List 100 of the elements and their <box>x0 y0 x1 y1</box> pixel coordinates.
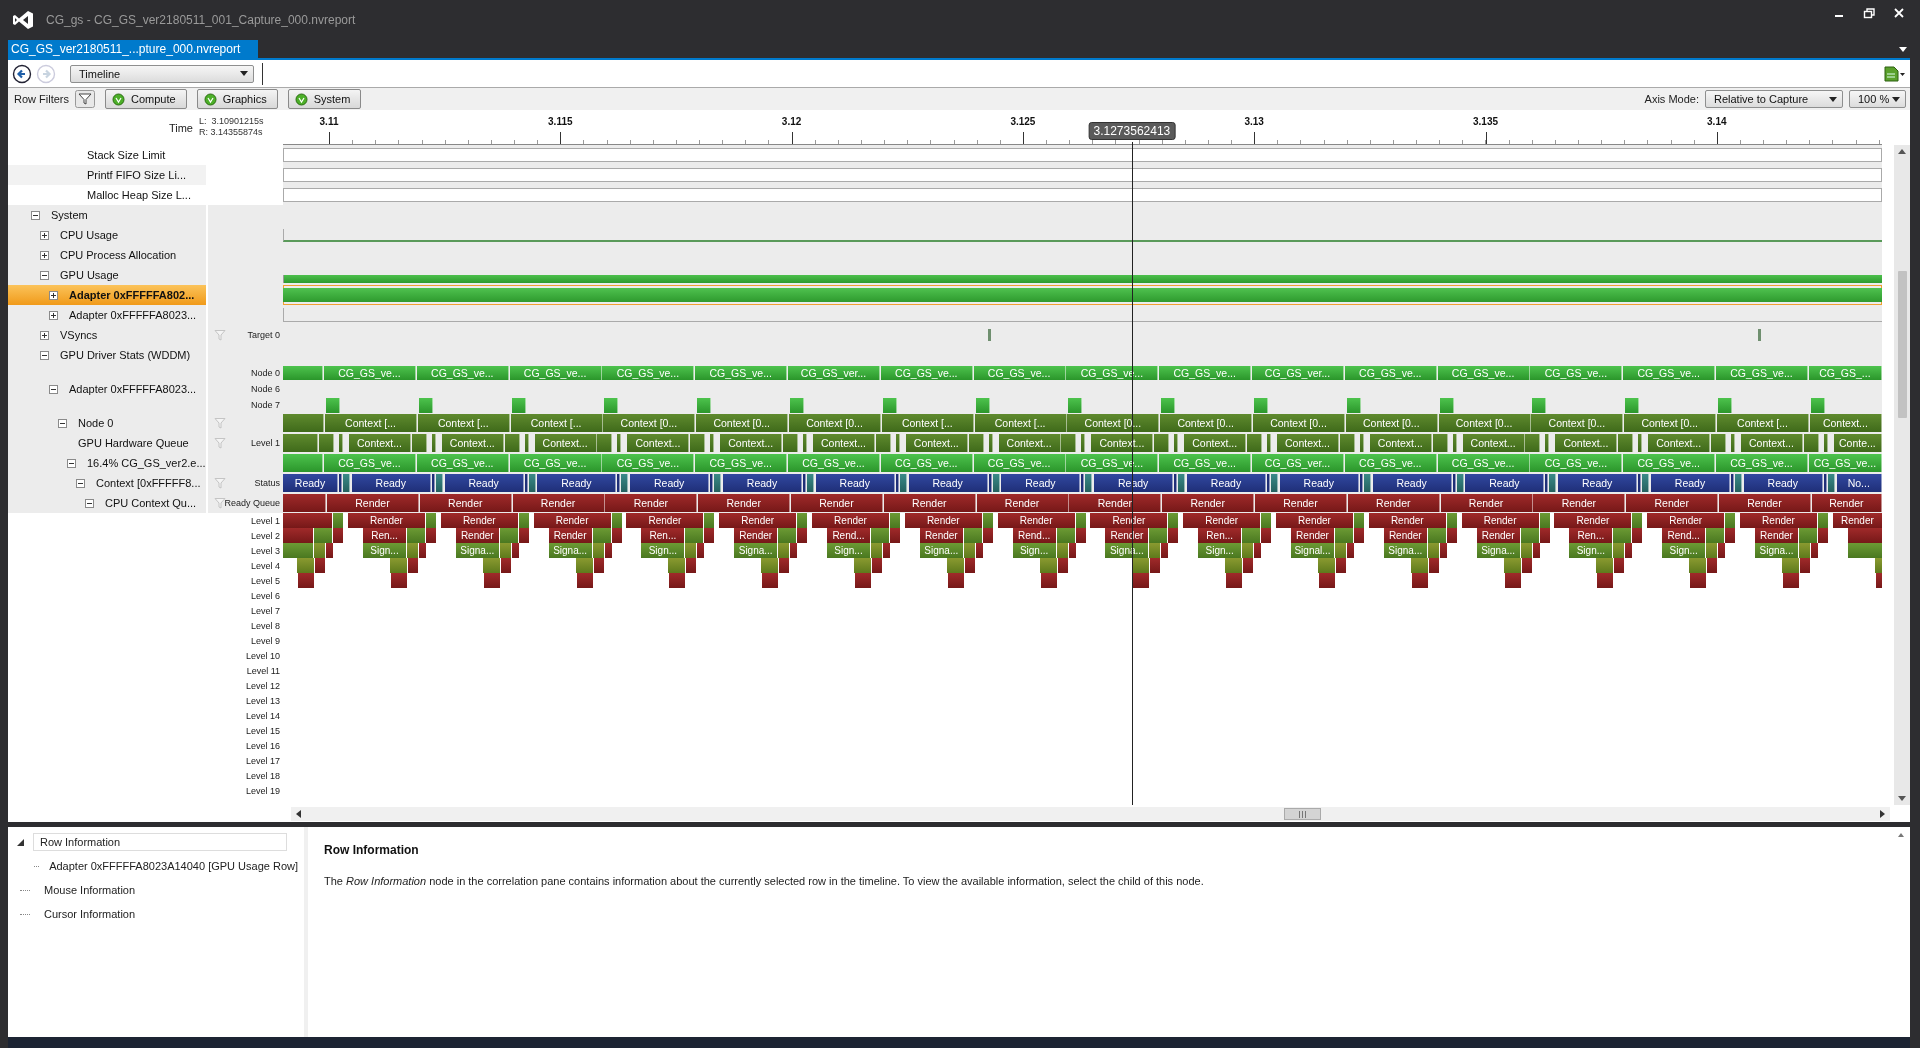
timeline-event[interactable]: Render <box>904 513 982 528</box>
timeline-event[interactable] <box>1597 573 1614 588</box>
timeline-event[interactable] <box>1521 558 1532 573</box>
timeline-event[interactable]: Render <box>1090 513 1168 528</box>
timeline-event[interactable] <box>1456 474 1464 492</box>
collapse-icon[interactable] <box>31 210 40 220</box>
collapse-icon[interactable] <box>85 498 94 508</box>
timeline-event[interactable]: Rend... <box>827 528 870 543</box>
timeline-event[interactable]: Render <box>1719 494 1811 512</box>
timeline-event[interactable] <box>992 474 1000 492</box>
timeline-event[interactable] <box>326 543 334 558</box>
timeline-event[interactable] <box>1875 573 1882 588</box>
timeline-event[interactable] <box>1549 474 1557 492</box>
timeline-event[interactable]: Sign... <box>827 543 870 558</box>
timeline-event[interactable]: Context [... <box>974 414 1067 432</box>
collapse-icon[interactable] <box>49 384 58 394</box>
timeline-event[interactable]: Ready <box>1001 474 1081 492</box>
timeline-event[interactable] <box>1075 528 1086 543</box>
tree-item[interactable]: Row Information <box>33 833 287 851</box>
timeline-event[interactable]: Context [... <box>881 414 974 432</box>
timeline-event[interactable]: Signa... <box>1105 543 1149 558</box>
timeline-event[interactable]: Render <box>455 528 499 543</box>
timeline-event[interactable]: Context [0... <box>1160 414 1253 432</box>
timeline-event[interactable]: Render <box>626 513 704 528</box>
timeline-event[interactable]: Context... <box>534 434 597 452</box>
timeline-event[interactable]: Render <box>605 494 698 512</box>
timeline-event[interactable] <box>1439 543 1447 558</box>
tree-row[interactable]: Adapter 0xFFFFFA8023... <box>8 365 208 413</box>
timeline-event[interactable]: Context... <box>1277 434 1339 452</box>
collapse-icon[interactable] <box>76 478 85 488</box>
timeline-event[interactable] <box>1081 474 1085 492</box>
timeline-event[interactable]: Ready <box>723 474 802 492</box>
timeline-event[interactable] <box>1178 474 1186 492</box>
timeline-event[interactable]: Ready <box>1743 474 1823 492</box>
timeline-event[interactable]: Render <box>997 513 1075 528</box>
timeline-event[interactable]: Ready <box>537 474 617 492</box>
timeline-event[interactable] <box>895 474 899 492</box>
horizontal-scrollbar[interactable] <box>291 807 1890 821</box>
timeline-event[interactable] <box>1446 528 1457 543</box>
collapse-icon[interactable] <box>67 458 76 468</box>
timeline-event[interactable]: Ren... <box>1569 528 1613 543</box>
timeline-event[interactable] <box>982 528 993 543</box>
timeline-event[interactable]: Signa... <box>1383 543 1427 558</box>
tree-row[interactable]: System <box>8 205 208 225</box>
timeline-event[interactable]: Context [... <box>417 414 510 432</box>
timeline-event[interactable]: Ready <box>815 474 895 492</box>
timeline-event[interactable]: Rend... <box>1012 528 1056 543</box>
timeline-event[interactable]: Render <box>440 513 518 528</box>
timeline-event[interactable]: Context... <box>1091 434 1154 452</box>
filter-toggle-button[interactable]: System <box>287 89 362 109</box>
timeline-event[interactable] <box>1168 528 1179 543</box>
timeline-event[interactable]: Ready <box>1651 474 1730 492</box>
dropdown-icon[interactable] <box>1898 45 1908 53</box>
timeline-event[interactable]: Render <box>1811 494 1882 512</box>
timeline-event[interactable] <box>315 558 326 573</box>
timeline-event[interactable]: Render <box>1255 494 1347 512</box>
tree-row[interactable]: CPU Context Qu... <box>8 493 208 513</box>
timeline-event[interactable] <box>604 543 612 558</box>
timeline-event[interactable] <box>714 474 722 492</box>
timeline-event[interactable]: Context [0... <box>696 414 789 432</box>
vertical-scrollbar[interactable] <box>1894 145 1910 805</box>
timeline-event[interactable]: Context... <box>1369 434 1432 452</box>
axis-mode-dropdown[interactable]: Relative to Capture <box>1705 90 1843 108</box>
tree-row[interactable]: 16.4% CG_GS_ver2.e... <box>8 453 208 473</box>
timeline-event[interactable] <box>500 558 511 573</box>
tree-item[interactable]: Adapter 0xFFFFFA8023A14040 [GPU Usage Row] <box>43 858 304 874</box>
timeline-event[interactable]: Render <box>1755 528 1798 543</box>
timeline-event[interactable] <box>1545 474 1549 492</box>
timeline-event[interactable]: Ren... <box>641 528 685 543</box>
timeline-event[interactable] <box>1068 543 1076 558</box>
timeline-event[interactable]: Sign... <box>1012 543 1056 558</box>
tree-row[interactable]: GPU Usage <box>8 265 208 285</box>
timeline-event[interactable] <box>435 474 443 492</box>
timeline-event[interactable]: Context [... <box>325 414 417 432</box>
timeline-event[interactable] <box>1690 573 1707 588</box>
scrollbar-thumb[interactable] <box>1897 271 1907 418</box>
collapse-icon[interactable] <box>40 350 49 360</box>
timeline-event[interactable]: Render <box>1476 528 1520 543</box>
tree-row[interactable]: Adapter 0xFFFFFA802... <box>8 285 208 305</box>
timeline-event[interactable]: Ready <box>630 474 710 492</box>
timeline-event[interactable] <box>283 494 327 512</box>
timeline-event[interactable] <box>899 474 907 492</box>
timeline-event[interactable] <box>511 543 519 558</box>
timeline-event[interactable] <box>1539 528 1550 543</box>
timeline-event[interactable] <box>593 558 604 573</box>
timeline-event[interactable]: Render <box>919 528 963 543</box>
timeline-event[interactable] <box>1823 474 1827 492</box>
timeline-event[interactable]: Context [0... <box>1067 414 1160 432</box>
tree-row[interactable]: GPU Driver Stats (WDDM) <box>8 345 208 365</box>
timeline-event[interactable] <box>797 528 808 543</box>
timeline-event[interactable]: Ready <box>283 474 338 492</box>
timeline-event[interactable]: Context... <box>998 434 1061 452</box>
zoom-dropdown[interactable]: 100 % <box>1849 90 1906 108</box>
timeline-event[interactable]: Sign... <box>1569 543 1613 558</box>
timeline-event[interactable] <box>1226 573 1243 588</box>
timeline-event[interactable]: Render <box>419 494 512 512</box>
timeline-event[interactable] <box>1452 474 1456 492</box>
view-dropdown[interactable]: Timeline <box>70 64 254 83</box>
timeline-event[interactable]: Context... <box>441 434 504 452</box>
timeline-event[interactable]: Context... <box>720 434 783 452</box>
